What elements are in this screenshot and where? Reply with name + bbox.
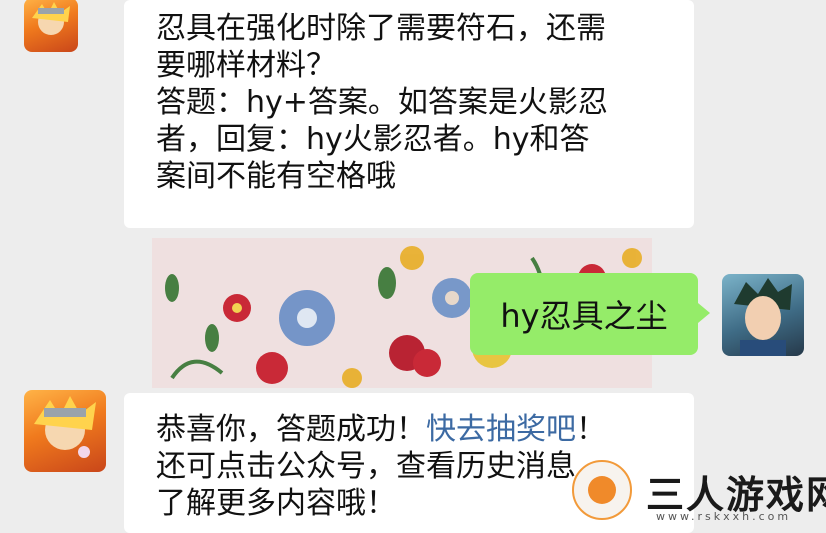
user-avatar-icon[interactable] [722, 274, 804, 356]
site-watermark-url: www.rskxxh.com [656, 510, 792, 523]
question-line: 者，回复：hy火影忍者。hy和答 [156, 122, 590, 157]
question-line: 要哪样材料？ [156, 48, 336, 83]
user-reply-bubble: hy忍具之尘 [470, 273, 710, 355]
success-text: 恭喜你，答题成功！ [156, 412, 426, 447]
question-line: 案间不能有空格哦 [156, 159, 396, 194]
site-watermark: 三人游戏网 www.rskxxh.com [560, 452, 826, 528]
success-text: ！ [576, 412, 606, 447]
user-reply-text: hy忍具之尘 [500, 297, 668, 335]
bot-question-text: 忍具在强化时除了需要符石，还需 要哪样材料？ 答题：hy+答案。如答案是火影忍 … [156, 10, 674, 195]
site-logo-icon [572, 460, 632, 520]
lottery-link[interactable]: 快去抽奖吧 [426, 412, 576, 447]
question-line: 忍具在强化时除了需要符石，还需 [156, 11, 606, 46]
bot-question-bubble: 忍具在强化时除了需要符石，还需 要哪样材料？ 答题：hy+答案。如答案是火影忍 … [124, 0, 694, 228]
bot-avatar-icon[interactable] [24, 0, 78, 52]
success-line: 恭喜你，答题成功！快去抽奖吧！ [156, 411, 674, 448]
bot-avatar-icon[interactable] [24, 390, 106, 472]
question-line: 答题：hy+答案。如答案是火影忍 [156, 85, 608, 120]
